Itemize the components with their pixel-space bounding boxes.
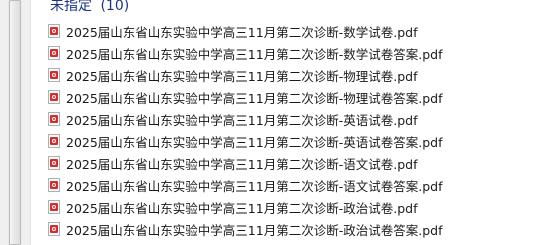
file-name: 2025届山东省山东实验中学高三11月第二次诊断-物理试卷答案.pdf [66, 90, 443, 106]
file-item[interactable]: 2025届山东省山东实验中学高三11月第二次诊断-数学试卷答案.pdf [48, 42, 442, 64]
file-item[interactable]: 2025届山东省山东实验中学高三11月第二次诊断-政治试卷答案.pdf [48, 218, 442, 240]
file-explorer-window: 未指定 (10) 2025届山东省山东实验中学高三11月第二次诊断-数学试卷.p… [0, 0, 557, 245]
file-name: 2025届山东省山东实验中学高三11月第二次诊断-语文试卷.pdf [66, 156, 418, 172]
file-name: 2025届山东省山东实验中学高三11月第二次诊断-政治试卷.pdf [66, 200, 418, 216]
file-name: 2025届山东省山东实验中学高三11月第二次诊断-英语试卷.pdf [66, 112, 418, 128]
pdf-file-icon [48, 222, 60, 236]
file-item[interactable]: 2025届山东省山东实验中学高三11月第二次诊断-语文试卷答案.pdf [48, 174, 442, 196]
group-header-count: (10) [100, 0, 130, 14]
file-name: 2025届山东省山东实验中学高三11月第二次诊断-数学试卷.pdf [66, 24, 418, 40]
pdf-file-icon [48, 46, 60, 60]
pdf-file-icon [48, 200, 60, 214]
file-name: 2025届山东省山东实验中学高三11月第二次诊断-物理试卷.pdf [66, 68, 418, 84]
pdf-file-icon [48, 24, 60, 38]
pdf-file-icon [48, 178, 60, 192]
pdf-file-icon [48, 134, 60, 148]
pdf-file-icon [48, 156, 60, 170]
group-header-unspecified[interactable]: 未指定 (10) [50, 0, 129, 15]
file-name: 2025届山东省山东实验中学高三11月第二次诊断-英语试卷答案.pdf [66, 134, 443, 150]
pdf-file-icon [48, 68, 60, 82]
file-item[interactable]: 2025届山东省山东实验中学高三11月第二次诊断-物理试卷.pdf [48, 64, 442, 86]
file-name: 2025届山东省山东实验中学高三11月第二次诊断-语文试卷答案.pdf [66, 178, 443, 194]
navigation-pane [0, 0, 31, 245]
file-name: 2025届山东省山东实验中学高三11月第二次诊断-数学试卷答案.pdf [66, 46, 443, 62]
file-name: 2025届山东省山东实验中学高三11月第二次诊断-政治试卷答案.pdf [66, 222, 443, 238]
file-item[interactable]: 2025届山东省山东实验中学高三11月第二次诊断-语文试卷.pdf [48, 152, 442, 174]
file-item[interactable]: 2025届山东省山东实验中学高三11月第二次诊断-英语试卷.pdf [48, 108, 442, 130]
file-item[interactable]: 2025届山东省山东实验中学高三11月第二次诊断-数学试卷.pdf [48, 20, 442, 42]
file-item[interactable]: 2025届山东省山东实验中学高三11月第二次诊断-英语试卷答案.pdf [48, 130, 442, 152]
pdf-file-icon [48, 112, 60, 126]
file-item[interactable]: 2025届山东省山东实验中学高三11月第二次诊断-政治试卷.pdf [48, 196, 442, 218]
pdf-file-icon [48, 90, 60, 104]
scrollbar-thumb[interactable] [9, 0, 21, 245]
file-list: 2025届山东省山东实验中学高三11月第二次诊断-数学试卷.pdf 2025届山… [48, 20, 442, 240]
file-item[interactable]: 2025届山东省山东实验中学高三11月第二次诊断-物理试卷答案.pdf [48, 86, 442, 108]
group-header-label: 未指定 [50, 0, 92, 14]
